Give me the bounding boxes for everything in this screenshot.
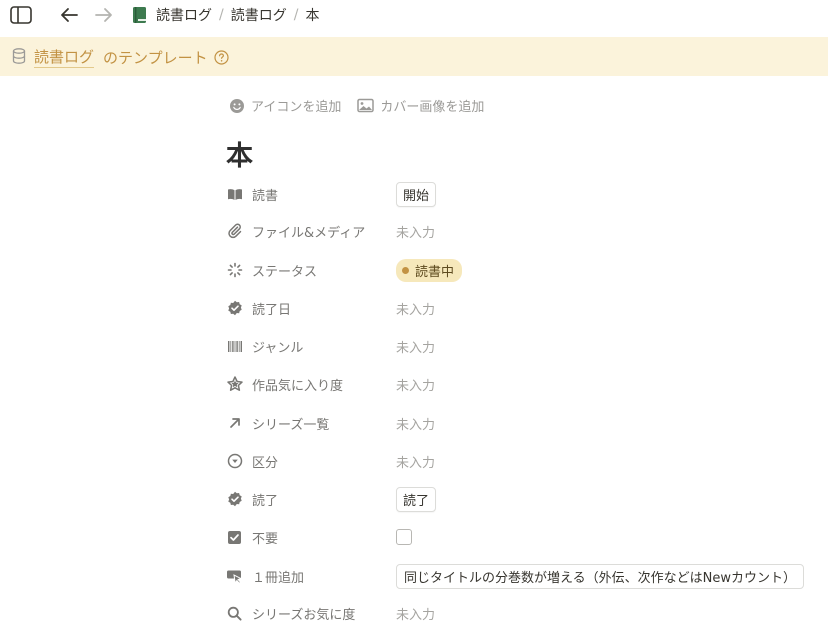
- files-value[interactable]: 未入力: [396, 222, 435, 241]
- property-row-favorite: 作品気に入り度 未入力: [226, 371, 816, 397]
- topbar: 読書ログ / 読書ログ / 本: [0, 0, 828, 30]
- add-icon-label: アイコンを追加: [251, 100, 342, 115]
- property-row-series-list: シリーズ一覧 未入力: [226, 410, 816, 436]
- favorite-value[interactable]: 未入力: [396, 375, 435, 394]
- arrow-up-right-icon: [226, 415, 243, 432]
- breadcrumb-item-page[interactable]: 本: [305, 5, 319, 25]
- property-row-unneeded: 不要: [226, 524, 816, 550]
- checkbox-icon: [226, 529, 243, 546]
- page-actions: アイコンを追加 カバー画像を追加: [229, 96, 500, 115]
- add-cover-button[interactable]: カバー画像を追加: [357, 96, 484, 115]
- property-name[interactable]: 読書: [226, 185, 396, 204]
- banner-db-link[interactable]: 読書ログ: [34, 46, 95, 68]
- add-volume-button[interactable]: 同じタイトルの分巻数が増える（外伝、次作などはNewカウント）: [396, 563, 804, 589]
- property-row-reading: 読書 開始: [226, 181, 816, 207]
- property-name[interactable]: 読了: [226, 490, 396, 509]
- status-badge[interactable]: 読書中: [396, 258, 463, 282]
- unneeded-checkbox[interactable]: [396, 529, 412, 545]
- book-icon: [132, 6, 147, 24]
- forward-arrow-icon[interactable]: [93, 5, 115, 25]
- breadcrumb-separator: /: [219, 7, 224, 23]
- property-row-status: ステータス 読書中: [226, 257, 816, 283]
- select-circle-icon: [226, 453, 243, 470]
- add-icon-button[interactable]: アイコンを追加: [229, 96, 341, 115]
- property-name[interactable]: 読了日: [226, 299, 396, 318]
- verified-badge-icon: [226, 300, 243, 317]
- finish-reading-button[interactable]: 読了: [396, 486, 437, 512]
- category-value[interactable]: 未入力: [396, 452, 435, 471]
- property-row-add-volume: １冊追加 同じタイトルの分巻数が増える（外伝、次作などはNewカウント）: [226, 563, 816, 589]
- property-row-finished: 読了 読了: [226, 486, 816, 512]
- property-name[interactable]: １冊追加: [226, 567, 396, 586]
- add-cover-label: カバー画像を追加: [380, 100, 485, 115]
- breadcrumb-item-db[interactable]: 読書ログ: [156, 5, 212, 25]
- database-icon: [12, 48, 26, 64]
- paperclip-icon: [226, 223, 243, 240]
- breadcrumb-item-db-2[interactable]: 読書ログ: [231, 5, 287, 25]
- book-open-icon: [226, 186, 243, 203]
- property-name[interactable]: ファイル&メディア: [226, 222, 396, 241]
- image-icon: [357, 98, 375, 113]
- page-title[interactable]: 本: [226, 134, 253, 173]
- property-name[interactable]: 作品気に入り度: [226, 375, 396, 394]
- sidebar-toggle-icon[interactable]: [9, 5, 33, 25]
- smiley-icon: [230, 98, 244, 113]
- template-banner: 読書ログ のテンプレート: [0, 37, 828, 76]
- banner-text: 読書ログ のテンプレート: [34, 46, 229, 68]
- star-icon: [226, 376, 243, 393]
- property-row-files: ファイル&メディア 未入力: [226, 218, 816, 244]
- verified-badge-icon: [226, 491, 243, 508]
- property-row-finish-date: 読了日 未入力: [226, 295, 816, 321]
- start-reading-button[interactable]: 開始: [396, 181, 437, 207]
- cursor-click-icon: [226, 568, 243, 585]
- property-name[interactable]: シリーズお気に度: [226, 604, 396, 623]
- breadcrumb-separator: /: [293, 7, 299, 23]
- help-icon[interactable]: [213, 49, 229, 65]
- property-row-series-favorite: シリーズお気に度 未入力: [226, 600, 816, 626]
- status-dot: [402, 266, 409, 274]
- back-arrow-icon[interactable]: [58, 5, 80, 25]
- status-loader-icon: [226, 262, 243, 279]
- series-favorite-value[interactable]: 未入力: [396, 604, 435, 623]
- search-icon: [226, 605, 243, 622]
- property-name[interactable]: ジャンル: [226, 337, 396, 356]
- property-name[interactable]: ステータス: [226, 261, 396, 280]
- property-name[interactable]: 区分: [226, 452, 396, 471]
- banner-suffix: のテンプレート: [103, 48, 208, 67]
- finish-date-value[interactable]: 未入力: [396, 299, 435, 318]
- barcode-icon: [226, 338, 243, 355]
- status-label: 読書中: [415, 264, 455, 280]
- property-row-genre: ジャンル 未入力: [226, 333, 816, 359]
- property-name[interactable]: 不要: [226, 528, 396, 547]
- series-list-value[interactable]: 未入力: [396, 414, 435, 433]
- genre-value[interactable]: 未入力: [396, 337, 435, 356]
- property-name[interactable]: シリーズ一覧: [226, 414, 396, 433]
- breadcrumb: 読書ログ / 読書ログ / 本: [132, 4, 319, 26]
- property-row-category: 区分 未入力: [226, 448, 816, 474]
